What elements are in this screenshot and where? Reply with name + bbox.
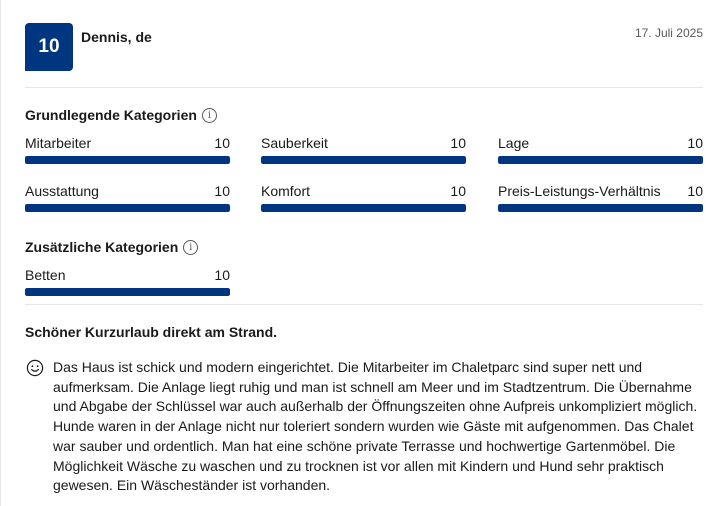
category-komfort: Komfort 10 xyxy=(261,183,466,213)
category-label: Betten xyxy=(25,267,66,283)
review-score-badge: 10 xyxy=(25,23,73,71)
category-bar-fill xyxy=(25,204,230,212)
category-score: 10 xyxy=(687,135,703,151)
category-bar xyxy=(498,156,703,164)
category-label: Mitarbeiter xyxy=(25,135,92,151)
category-label: Ausstattung xyxy=(25,183,99,199)
category-score: 10 xyxy=(214,135,230,151)
category-bar xyxy=(25,204,230,212)
category-bar xyxy=(25,156,230,164)
category-mitarbeiter: Mitarbeiter 10 xyxy=(25,135,230,165)
divider xyxy=(25,87,703,88)
category-label: Lage xyxy=(498,135,530,151)
category-score: 10 xyxy=(450,135,466,151)
card-border xyxy=(0,0,1,506)
reviewer-name: Dennis, de xyxy=(81,29,152,45)
info-icon[interactable]: i xyxy=(201,107,217,123)
extra-categories-title: Zusätzliche Kategorien i xyxy=(25,239,199,255)
category-sauberkeit: Sauberkeit 10 xyxy=(261,135,466,165)
category-label: Preis-Leistungs-Verhältnis xyxy=(498,183,661,199)
category-preis-leistung: Preis-Leistungs-Verhältnis 10 xyxy=(498,183,703,213)
basic-categories-title: Grundlegende Kategorien i xyxy=(25,107,217,123)
smiley-face-icon xyxy=(26,359,44,377)
category-score: 10 xyxy=(687,183,703,199)
category-ausstattung: Ausstattung 10 xyxy=(25,183,230,213)
info-icon[interactable]: i xyxy=(183,239,199,255)
category-bar-fill xyxy=(498,204,703,212)
review-header: 10 Dennis, de 17. Juli 2025 xyxy=(25,23,703,71)
category-bar xyxy=(25,288,230,296)
category-bar-fill xyxy=(498,156,703,164)
review-text: Das Haus ist schick und modern eingerich… xyxy=(53,359,698,494)
basic-categories-label: Grundlegende Kategorien xyxy=(25,107,197,123)
category-bar-fill xyxy=(25,288,230,296)
category-lage: Lage 10 xyxy=(498,135,703,165)
divider xyxy=(25,304,703,305)
category-bar-fill xyxy=(25,156,230,164)
extra-categories-label: Zusätzliche Kategorien xyxy=(25,239,179,255)
review-date: 17. Juli 2025 xyxy=(634,26,703,40)
category-betten: Betten 10 xyxy=(25,267,230,297)
category-bar-fill xyxy=(261,204,466,212)
category-score: 10 xyxy=(214,183,230,199)
category-bar xyxy=(261,156,466,164)
category-score: 10 xyxy=(450,183,466,199)
review-title: Schöner Kurzurlaub direkt am Strand. xyxy=(25,324,278,340)
category-bar xyxy=(261,204,466,212)
category-score: 10 xyxy=(214,267,230,283)
category-bar-fill xyxy=(261,156,466,164)
category-bar xyxy=(498,204,703,212)
category-label: Sauberkeit xyxy=(261,135,328,151)
category-label: Komfort xyxy=(261,183,311,199)
